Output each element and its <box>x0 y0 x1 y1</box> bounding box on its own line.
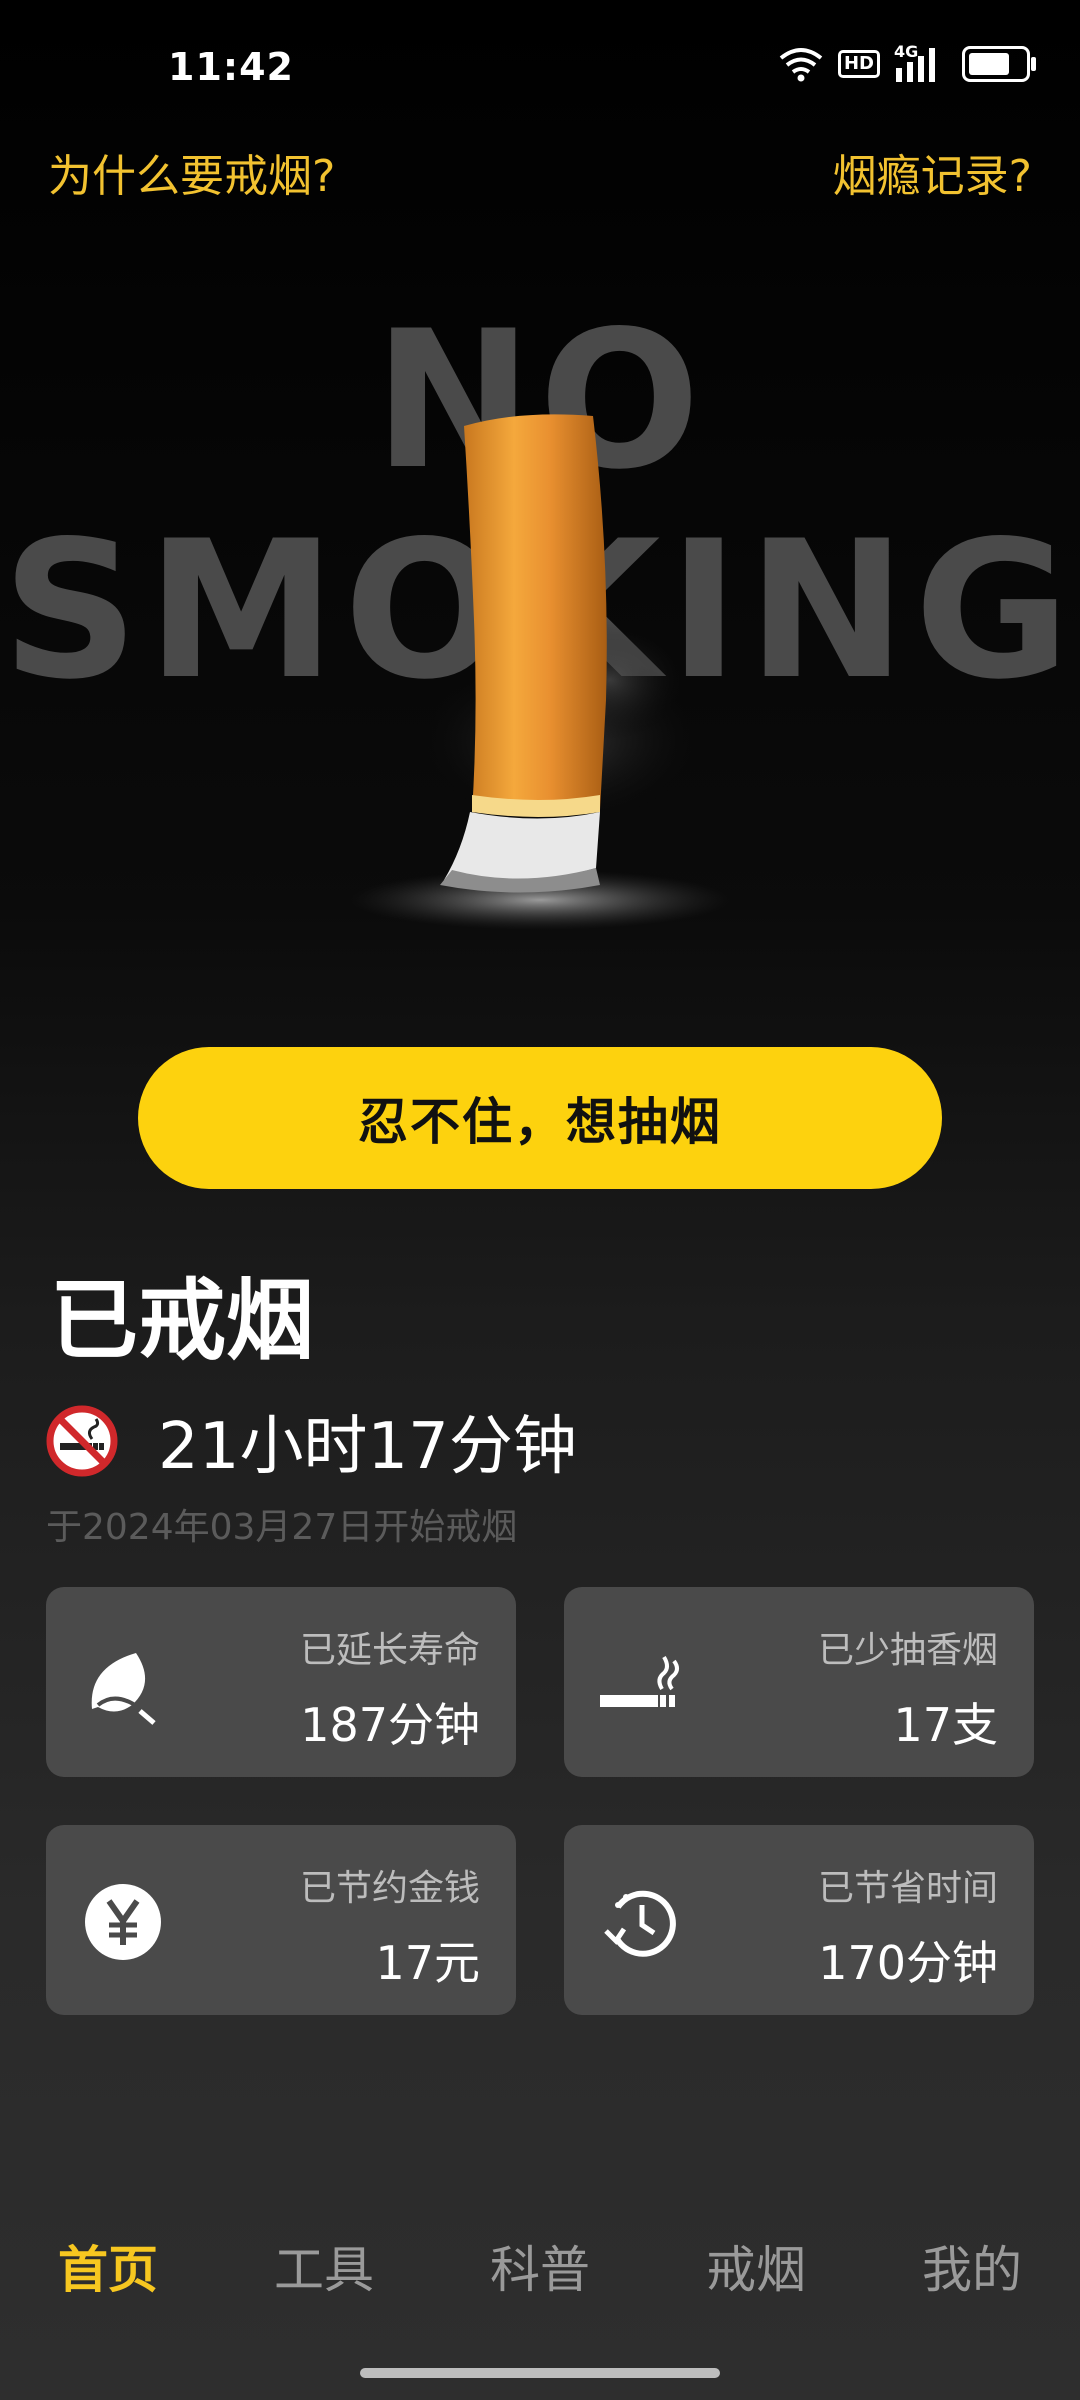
top-links: 为什么要戒烟? 烟瘾记录? <box>0 140 1080 202</box>
leaf-icon <box>91 1653 156 1725</box>
clock-icon <box>604 1890 676 1957</box>
network-type: 4G <box>894 42 919 61</box>
wifi-icon <box>779 48 823 82</box>
stat-label: 已延长寿命 <box>299 1630 480 1671</box>
tab-home[interactable]: 首页 <box>28 2230 188 2302</box>
hero-image: NO SMOKING <box>0 260 1080 1020</box>
stat-value: 187分钟 <box>300 1698 480 1752</box>
quit-start-date: 于2024年03月27日开始戒烟 <box>46 1507 518 1548</box>
stat-value: 17元 <box>375 1936 480 1990</box>
status-icons: HD 4G <box>778 42 1036 82</box>
stat-card-cigarettes: 已少抽香烟 17支 <box>564 1587 1034 1777</box>
tab-me[interactable]: 我的 <box>892 2230 1052 2302</box>
tab-quit[interactable]: 戒烟 <box>676 2230 836 2302</box>
craving-button[interactable]: 忍不住，想抽烟 <box>138 1047 942 1189</box>
battery-icon <box>962 46 1036 82</box>
stat-card-time: 已节省时间 170分钟 <box>564 1825 1034 2015</box>
craving-record-link[interactable]: 烟瘾记录? <box>833 140 1032 204</box>
quit-duration: 21小时17分钟 <box>158 1410 577 1484</box>
stat-value: 17支 <box>893 1698 998 1752</box>
stat-value: 170分钟 <box>818 1936 998 1990</box>
stat-label: 已节约金钱 <box>299 1868 480 1909</box>
hd-badge: HD <box>837 50 880 78</box>
no-smoking-icon <box>46 1405 118 1477</box>
signal-icon: 4G <box>894 42 942 82</box>
yuan-icon <box>85 1884 161 1960</box>
why-quit-link[interactable]: 为什么要戒烟? <box>48 140 335 204</box>
status-time: 11:42 <box>168 45 294 89</box>
tab-tools[interactable]: 工具 <box>244 2230 404 2302</box>
stat-label: 已少抽香烟 <box>817 1630 998 1671</box>
quit-duration-row: 21小时17分钟 <box>46 1395 577 1487</box>
stat-card-money: 已节约金钱 17元 <box>46 1825 516 2015</box>
tab-science[interactable]: 科普 <box>460 2230 620 2302</box>
bottom-tab-bar: 首页 工具 科普 戒烟 我的 <box>0 2230 1080 2320</box>
cigarette-butt-icon <box>350 414 730 930</box>
cigarette-icon <box>600 1655 679 1707</box>
stat-card-life: 已延长寿命 187分钟 <box>46 1587 516 1777</box>
home-indicator[interactable] <box>360 2368 720 2378</box>
quit-title: 已戒烟 <box>50 1269 315 1372</box>
stat-label: 已节省时间 <box>817 1868 998 1909</box>
status-bar: 11:42 HD 4G <box>0 0 1080 130</box>
